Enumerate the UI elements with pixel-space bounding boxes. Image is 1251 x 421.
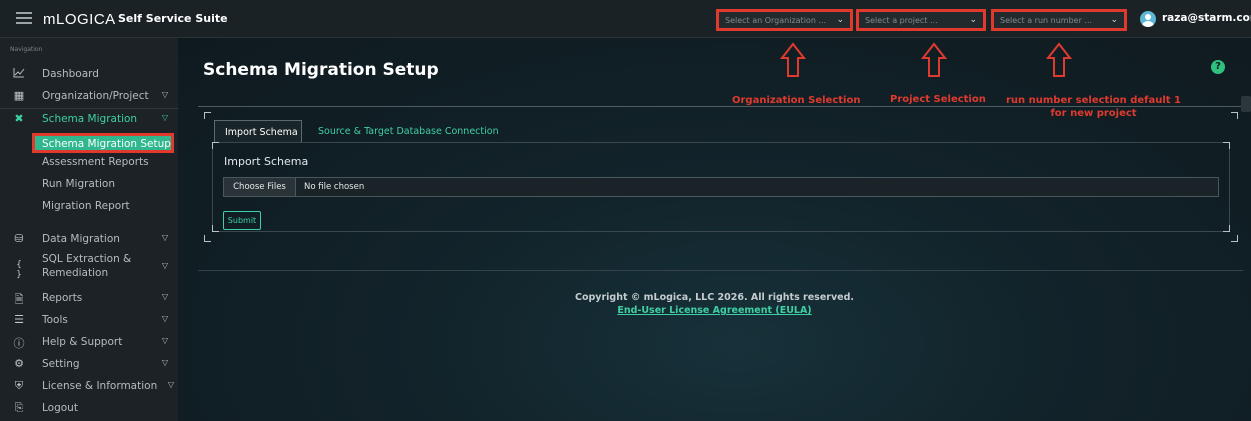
copyright-text: Copyright © mLogica, LLC 2026. All right… bbox=[574, 292, 855, 303]
tab-import-schema[interactable]: Import Schema bbox=[214, 120, 302, 142]
sidebar-item-data-migration[interactable]: ⛁ Data Migration ▽ bbox=[0, 229, 178, 249]
logout-icon: ⎘ bbox=[14, 401, 24, 414]
sidebar-item-organization-project[interactable]: ▦ Organization/Project ▽ bbox=[0, 86, 178, 106]
corner-bracket bbox=[1231, 112, 1238, 119]
tab-db-connection[interactable]: Source & Target Database Connection bbox=[318, 126, 499, 137]
sidebar-item-label: Help & Support bbox=[42, 336, 123, 348]
sub-item-schema-migration-setup[interactable]: Schema Migration Setup bbox=[32, 133, 174, 153]
document-icon: 🗎 bbox=[14, 293, 24, 306]
suite-title: Self Service Suite bbox=[118, 12, 228, 25]
user-name[interactable]: raza@starm.com bbox=[1162, 12, 1251, 24]
organization-select-label: Select an Organization ... bbox=[725, 16, 827, 25]
grid-icon: ▦ bbox=[13, 89, 25, 102]
sidebar-item-label: Setting bbox=[42, 358, 80, 370]
sidebar-item-schema-migration[interactable]: ✖ Schema Migration ▽ bbox=[0, 109, 178, 129]
annotation-project: Project Selection bbox=[890, 94, 986, 105]
corner-bracket bbox=[212, 142, 219, 149]
corner-bracket bbox=[204, 112, 211, 119]
corner-bracket bbox=[204, 235, 211, 242]
chevron-down-icon: ▽ bbox=[161, 292, 168, 301]
chevron-down-icon: ▽ bbox=[161, 314, 168, 323]
chevron-down-icon: ▽ bbox=[161, 358, 168, 367]
sidebar-item-label: Data Migration bbox=[42, 233, 120, 245]
chevron-down-icon: ⌄ bbox=[836, 15, 844, 25]
sidebar-item-logout[interactable]: ⎘ Logout bbox=[0, 398, 178, 418]
section-title: Import Schema bbox=[224, 155, 309, 168]
file-input[interactable]: Choose Files No file chosen bbox=[223, 177, 1219, 197]
menu-icon[interactable] bbox=[16, 12, 32, 24]
annotation-organization: Organization Selection bbox=[732, 95, 861, 106]
corner-bracket bbox=[212, 225, 219, 232]
sub-item-assessment-reports[interactable]: Assessment Reports bbox=[42, 156, 149, 168]
chevron-down-icon: ▽ bbox=[167, 380, 174, 389]
top-bar: mLOGICA Self Service Suite Select an Org… bbox=[0, 0, 1251, 38]
sidebar-item-label: Dashboard bbox=[42, 68, 99, 80]
code-braces-icon: { } bbox=[16, 260, 22, 280]
sidebar-item-label: SQL Extraction & Remediation bbox=[42, 253, 132, 279]
nav-caption: Navigation bbox=[10, 46, 43, 53]
sidebar-item-reports[interactable]: 🗎 Reports ▽ bbox=[0, 288, 178, 308]
chevron-down-icon: ▽ bbox=[161, 336, 168, 345]
main-content: Schema Migration Setup ? Organization Se… bbox=[178, 38, 1251, 421]
file-status: No file chosen bbox=[304, 182, 365, 192]
submit-button[interactable]: Submit bbox=[223, 211, 261, 230]
import-card: Import Schema Source & Target Database C… bbox=[204, 112, 1238, 242]
run-number-select-label: Select a run number ... bbox=[1000, 16, 1093, 25]
help-icon[interactable]: ? bbox=[1211, 60, 1225, 74]
sidebar-item-label: Schema Migration bbox=[42, 113, 138, 125]
user-avatar-icon[interactable] bbox=[1140, 11, 1156, 27]
choose-files-button[interactable]: Choose Files bbox=[224, 178, 296, 196]
sub-item-run-migration[interactable]: Run Migration bbox=[42, 178, 115, 190]
chevron-down-icon: ⌄ bbox=[1110, 15, 1118, 25]
sidebar-item-label: Organization/Project bbox=[42, 90, 149, 102]
divider bbox=[198, 270, 1243, 271]
tools-icon: ✖ bbox=[14, 112, 24, 125]
eula-link[interactable]: End-User License Agreement (EULA) bbox=[178, 305, 1251, 316]
brand-logo: mLOGICA bbox=[43, 11, 116, 28]
up-arrow-annotation-icon bbox=[780, 42, 806, 77]
corner-bracket bbox=[1231, 235, 1238, 242]
up-arrow-annotation-icon bbox=[921, 42, 947, 77]
database-icon: ⛁ bbox=[14, 232, 24, 245]
sidebar-item-license-information[interactable]: ⛨ License & Information ▽ bbox=[0, 376, 178, 396]
gear-icon: ⚙ bbox=[14, 357, 24, 370]
chevron-down-icon: ▽ bbox=[161, 90, 168, 99]
sub-item-migration-report[interactable]: Migration Report bbox=[42, 200, 130, 212]
sidebar-item-label: Reports bbox=[42, 292, 83, 304]
chevron-down-icon: ⌄ bbox=[969, 15, 977, 25]
corner-bracket bbox=[1223, 142, 1230, 149]
sidebar-item-tools[interactable]: ☰ Tools ▽ bbox=[0, 310, 178, 330]
page-title: Schema Migration Setup bbox=[203, 60, 439, 80]
help-circle-icon: ⓘ bbox=[13, 337, 25, 350]
project-select-label: Select a project ... bbox=[865, 16, 938, 25]
organization-select[interactable]: Select an Organization ... ⌄ bbox=[716, 9, 853, 31]
chart-line-icon bbox=[12, 67, 26, 81]
sidebar-item-dashboard[interactable]: Dashboard bbox=[0, 64, 178, 84]
sidebar-item-label: License & Information bbox=[42, 380, 158, 392]
chevron-down-icon: ▽ bbox=[161, 113, 168, 122]
shield-icon: ⛨ bbox=[14, 379, 24, 392]
sidebar-item-help-support[interactable]: ⓘ Help & Support ▽ bbox=[0, 332, 178, 352]
chevron-down-icon: ▽ bbox=[161, 233, 168, 242]
sidebar-item-sql-extraction[interactable]: { } SQL Extraction & Remediation ▽ bbox=[0, 252, 178, 282]
sidebar: Navigation Dashboard ▦ Organization/Proj… bbox=[0, 38, 178, 421]
sidebar-item-label: Tools bbox=[42, 314, 68, 326]
up-arrow-annotation-icon bbox=[1046, 42, 1072, 77]
layers-icon: ☰ bbox=[14, 313, 24, 326]
divider bbox=[198, 106, 1243, 107]
import-panel: Import Schema Choose Files No file chose… bbox=[212, 142, 1230, 232]
sub-item-label: Schema Migration Setup bbox=[42, 138, 171, 150]
sidebar-item-setting[interactable]: ⚙ Setting ▽ bbox=[0, 354, 178, 374]
chevron-down-icon: ▽ bbox=[161, 261, 168, 270]
corner-bracket bbox=[1223, 225, 1230, 232]
sidebar-item-label: Logout bbox=[42, 402, 78, 414]
run-number-select[interactable]: Select a run number ... ⌄ bbox=[991, 9, 1127, 31]
project-select[interactable]: Select a project ... ⌄ bbox=[856, 9, 986, 31]
side-panel-handle[interactable] bbox=[1241, 96, 1251, 112]
